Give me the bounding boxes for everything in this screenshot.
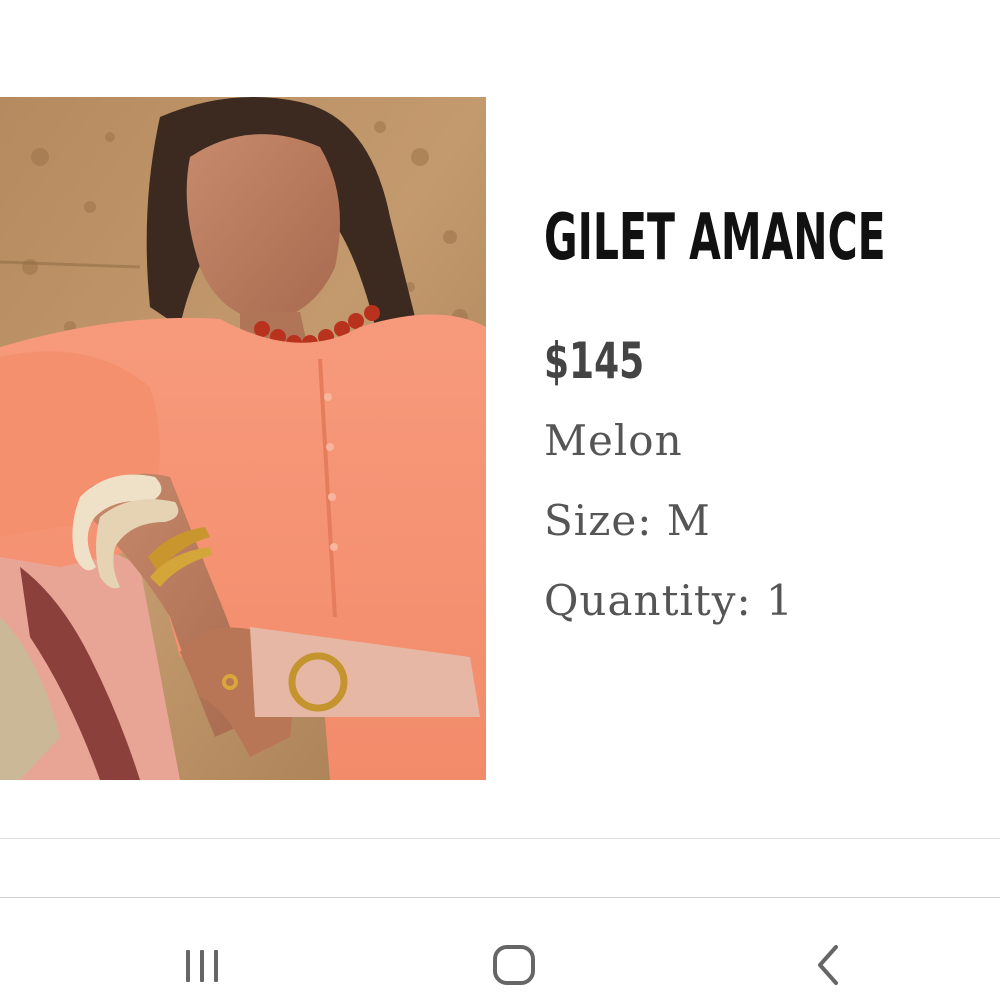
product-info: GILET AMANCE $145 Melon Size: M Quantity… [544, 190, 1000, 641]
product-photo-graphic [0, 97, 486, 780]
back-icon [818, 945, 838, 985]
home-icon [493, 945, 535, 985]
product-size: Size: M [544, 496, 711, 545]
system-navigation-bar [0, 898, 1000, 1000]
product-quantity: Quantity: 1 [544, 576, 794, 625]
product-price: $145 [544, 332, 645, 390]
cart-item-screen: GILET AMANCE $145 Melon Size: M Quantity… [0, 0, 1000, 1000]
back-button[interactable] [788, 928, 868, 998]
product-details: Melon Size: M Quantity: 1 [544, 401, 1000, 641]
product-color: Melon [544, 416, 683, 465]
recents-button[interactable] [162, 928, 242, 998]
product-image[interactable] [0, 97, 486, 780]
cart-item-divider [0, 838, 1000, 839]
product-name[interactable]: GILET AMANCE [544, 190, 886, 286]
recents-icon [186, 950, 218, 982]
home-button[interactable] [474, 928, 554, 998]
